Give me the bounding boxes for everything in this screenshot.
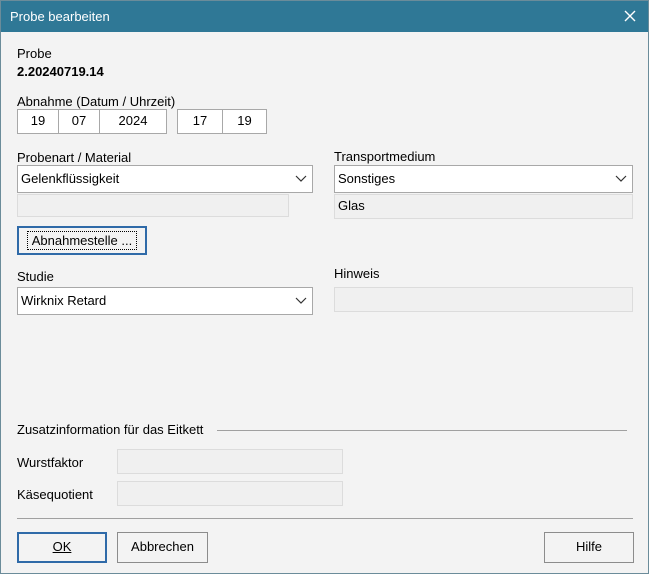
window-title: Probe bearbeiten xyxy=(10,9,110,24)
hinweis-field[interactable] xyxy=(334,287,633,312)
ok-button-label: OK xyxy=(52,539,72,554)
cancel-button-label: Abbrechen xyxy=(131,539,194,554)
wurstfaktor-field[interactable] xyxy=(117,449,343,474)
abnahmestelle-button[interactable]: Abnahmestelle ... xyxy=(17,226,147,255)
wurstfaktor-label: Wurstfaktor xyxy=(17,455,84,470)
abnahme-day-field[interactable]: 19 xyxy=(17,109,59,134)
studie-label: Studie xyxy=(17,269,54,284)
kaesequotient-label: Käsequotient xyxy=(17,487,93,502)
zusatz-divider xyxy=(217,430,627,431)
abnahme-year-field[interactable]: 2024 xyxy=(99,109,167,134)
studie-select[interactable]: Wirknix Retard xyxy=(17,287,313,315)
transport-value: Sonstiges xyxy=(338,171,396,186)
probenart-select[interactable]: Gelenkflüssigkeit xyxy=(17,165,313,193)
probe-number: 2.20240719.14 xyxy=(17,64,104,79)
abnahme-month-field[interactable]: 07 xyxy=(58,109,100,134)
abnahme-hour-field[interactable]: 17 xyxy=(177,109,223,134)
transport-label: Transportmedium xyxy=(334,149,436,164)
title-bar: Probe bearbeiten xyxy=(1,1,648,32)
close-icon[interactable] xyxy=(618,5,642,27)
probe-label: Probe xyxy=(17,46,52,61)
chevron-down-icon xyxy=(615,175,627,182)
ok-button[interactable]: OK xyxy=(17,532,107,563)
abnahmestelle-button-label: Abnahmestelle ... xyxy=(26,231,138,250)
probenart-value: Gelenkflüssigkeit xyxy=(21,171,120,186)
hinweis-label: Hinweis xyxy=(334,266,380,281)
chevron-down-icon xyxy=(295,297,307,304)
cancel-button[interactable]: Abbrechen xyxy=(117,532,208,563)
kaesequotient-field[interactable] xyxy=(117,481,343,506)
dialog-window: Probe bearbeiten Probe 2.20240719.14 Abn… xyxy=(0,0,649,574)
zusatz-heading: Zusatzinformation für das Eitkett xyxy=(17,422,204,437)
studie-value: Wirknix Retard xyxy=(21,293,107,308)
transport-extra-field: Glas xyxy=(334,194,633,219)
transport-select[interactable]: Sonstiges xyxy=(334,165,633,193)
probenart-label: Probenart / Material xyxy=(17,150,132,165)
chevron-down-icon xyxy=(295,175,307,182)
probenart-extra-field xyxy=(17,194,289,217)
help-button[interactable]: Hilfe xyxy=(544,532,634,563)
abnahme-minute-field[interactable]: 19 xyxy=(222,109,267,134)
help-button-label: Hilfe xyxy=(575,539,602,554)
abnahme-label: Abnahme (Datum / Uhrzeit) xyxy=(17,94,176,109)
footer-divider xyxy=(17,518,633,519)
